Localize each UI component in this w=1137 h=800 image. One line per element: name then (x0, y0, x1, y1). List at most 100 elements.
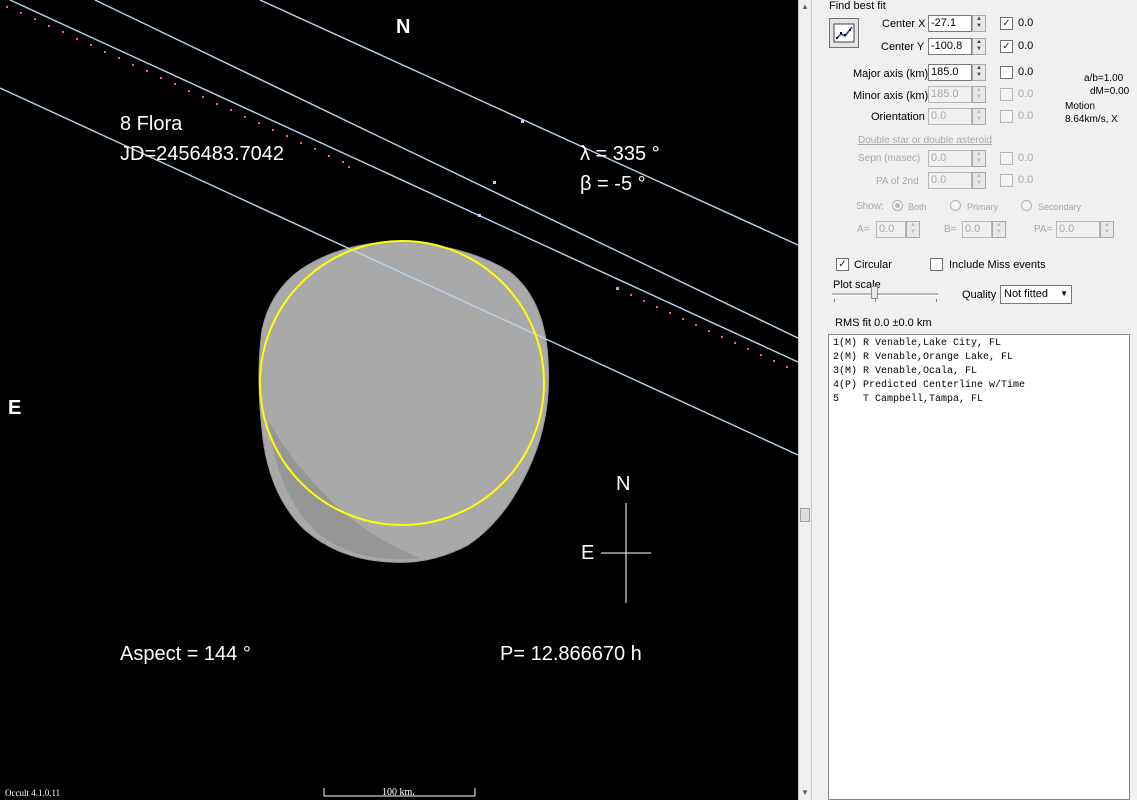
spin-down-icon[interactable]: ▼ (1101, 229, 1113, 236)
spin-up-icon[interactable]: ▲ (973, 173, 985, 180)
motion-label: Motion (1065, 101, 1096, 112)
show-secondary-label: Secondary (1038, 202, 1082, 212)
scroll-up-arrow-icon[interactable]: ▲ (799, 0, 811, 14)
list-item[interactable]: 5 T Campbell,Tampa, FL (833, 393, 1129, 407)
pa-2nd-uncertainty: 0.0 (1018, 174, 1034, 186)
find-best-fit-button[interactable] (829, 18, 859, 48)
spin-up-icon[interactable]: ▲ (973, 87, 985, 94)
sepn-spinner[interactable]: ▲ ▼ (972, 150, 986, 167)
quality-label: Quality (962, 289, 997, 301)
minor-axis-checkbox[interactable] (1000, 88, 1013, 101)
scroll-thumb[interactable] (800, 508, 810, 522)
list-item[interactable]: 4(P) Predicted Centerline w/Time (833, 379, 1129, 393)
spin-up-icon[interactable]: ▲ (993, 222, 1005, 229)
predicted-dots-lower (630, 294, 788, 368)
ab-ratio: a/b=1.00 (1084, 73, 1124, 84)
center-y-spinner[interactable]: ▲ ▼ (972, 38, 986, 55)
show-label: Show: (856, 201, 884, 212)
chord-marker-4 (616, 287, 619, 290)
b-input[interactable]: 0.0 (962, 221, 992, 238)
vertical-scrollbar[interactable]: ▲ ▼ (798, 0, 812, 800)
minor-axis-label: Minor axis (km) (853, 90, 929, 102)
chord-marker-2 (493, 181, 496, 184)
chevron-down-icon[interactable]: ▼ (1060, 289, 1068, 298)
sepn-label: Sepn (masec) (858, 153, 921, 164)
sepn-checkbox[interactable] (1000, 152, 1013, 165)
compass-east-label: E (581, 542, 595, 564)
quality-select[interactable]: Not fitted ▼ (1000, 285, 1072, 304)
motion-value: 8.64km/s, X (1065, 114, 1118, 125)
a-label: A= (857, 224, 870, 235)
spin-up-icon[interactable]: ▲ (973, 109, 985, 116)
minor-axis-input[interactable]: 185.0 (928, 86, 972, 103)
pa-label: PA= (1034, 224, 1053, 235)
spin-down-icon[interactable]: ▼ (973, 180, 985, 187)
a-spinner[interactable]: ▲ ▼ (906, 221, 920, 238)
show-both-radio[interactable] (892, 200, 903, 211)
spin-down-icon[interactable]: ▼ (993, 229, 1005, 236)
version-label: Occult 4.1.0.11 (5, 788, 61, 798)
period-value: P= 12.866670 h (500, 643, 642, 665)
minor-axis-spinner[interactable]: ▲ ▼ (972, 86, 986, 103)
major-axis-spinner[interactable]: ▲ ▼ (972, 64, 986, 81)
center-y-input[interactable]: -100.8 (928, 38, 972, 55)
orientation-checkbox[interactable] (1000, 110, 1013, 123)
beta-value: β = -5 ° (580, 173, 646, 195)
plot-scale-track[interactable] (832, 293, 938, 296)
lambda-value: λ = 335 ° (580, 143, 660, 165)
observer-list[interactable]: 1(M) R Venable,Lake City, FL 2(M) R Vena… (828, 334, 1130, 800)
spin-up-icon[interactable]: ▲ (973, 151, 985, 158)
spin-down-icon[interactable]: ▼ (907, 229, 919, 236)
orientation-spinner[interactable]: ▲ ▼ (972, 108, 986, 125)
include-miss-checkbox[interactable] (930, 258, 943, 271)
double-star-link[interactable]: Double star or double asteroid (858, 135, 992, 146)
orientation-input[interactable]: 0.0 (928, 108, 972, 125)
list-item[interactable]: 3(M) R Venable,Ocala, FL (833, 365, 1129, 379)
spin-up-icon[interactable]: ▲ (973, 39, 985, 46)
center-y-label: Center Y (881, 41, 925, 53)
show-secondary-radio[interactable] (1021, 200, 1032, 211)
spin-down-icon[interactable]: ▼ (973, 94, 985, 101)
list-item[interactable]: 2(M) R Venable,Orange Lake, FL (833, 351, 1129, 365)
spin-down-icon[interactable]: ▼ (973, 23, 985, 30)
pa-2nd-checkbox[interactable] (1000, 174, 1013, 187)
plot-scale-thumb[interactable] (871, 286, 878, 299)
quality-value: Not fitted (1004, 288, 1049, 300)
chord-marker-1 (521, 120, 524, 123)
pa-spinner[interactable]: ▲ ▼ (1100, 221, 1114, 238)
center-x-spinner[interactable]: ▲ ▼ (972, 15, 986, 32)
sepn-input[interactable]: 0.0 (928, 150, 972, 167)
spin-up-icon[interactable]: ▲ (973, 16, 985, 23)
scroll-down-arrow-icon[interactable]: ▼ (799, 786, 811, 800)
spin-down-icon[interactable]: ▼ (973, 46, 985, 53)
spin-down-icon[interactable]: ▼ (973, 72, 985, 79)
major-axis-input[interactable]: 185.0 (928, 64, 972, 81)
dm-value: dM=0.00 (1090, 86, 1130, 97)
pa-2nd-input[interactable]: 0.0 (928, 172, 972, 189)
spin-down-icon[interactable]: ▼ (973, 158, 985, 165)
spin-down-icon[interactable]: ▼ (973, 116, 985, 123)
center-x-input[interactable]: -27.1 (928, 15, 972, 32)
center-x-uncertainty: 0.0 (1018, 17, 1034, 29)
spin-up-icon[interactable]: ▲ (1101, 222, 1113, 229)
list-item[interactable]: 1(M) R Venable,Lake City, FL (833, 337, 1129, 351)
spin-up-icon[interactable]: ▲ (907, 222, 919, 229)
asteroid-name: 8 Flora (120, 113, 183, 135)
center-y-checkbox[interactable]: ✓ (1000, 40, 1013, 53)
a-input[interactable]: 0.0 (876, 221, 906, 238)
b-spinner[interactable]: ▲ ▼ (992, 221, 1006, 238)
b-label: B= (944, 224, 957, 235)
pa-2nd-spinner[interactable]: ▲ ▼ (972, 172, 986, 189)
sepn-uncertainty: 0.0 (1018, 152, 1034, 164)
major-axis-label: Major axis (km) (853, 68, 929, 80)
rms-fit-label: RMS fit 0.0 ±0.0 km (835, 317, 932, 329)
circular-checkbox[interactable]: ✓ (836, 258, 849, 271)
pa-input[interactable]: 0.0 (1056, 221, 1100, 238)
center-y-uncertainty: 0.0 (1018, 40, 1034, 52)
major-axis-checkbox[interactable] (1000, 66, 1013, 79)
circular-label: Circular (854, 259, 892, 271)
chord-marker-3 (478, 214, 481, 217)
spin-up-icon[interactable]: ▲ (973, 65, 985, 72)
center-x-checkbox[interactable]: ✓ (1000, 17, 1013, 30)
show-primary-radio[interactable] (950, 200, 961, 211)
